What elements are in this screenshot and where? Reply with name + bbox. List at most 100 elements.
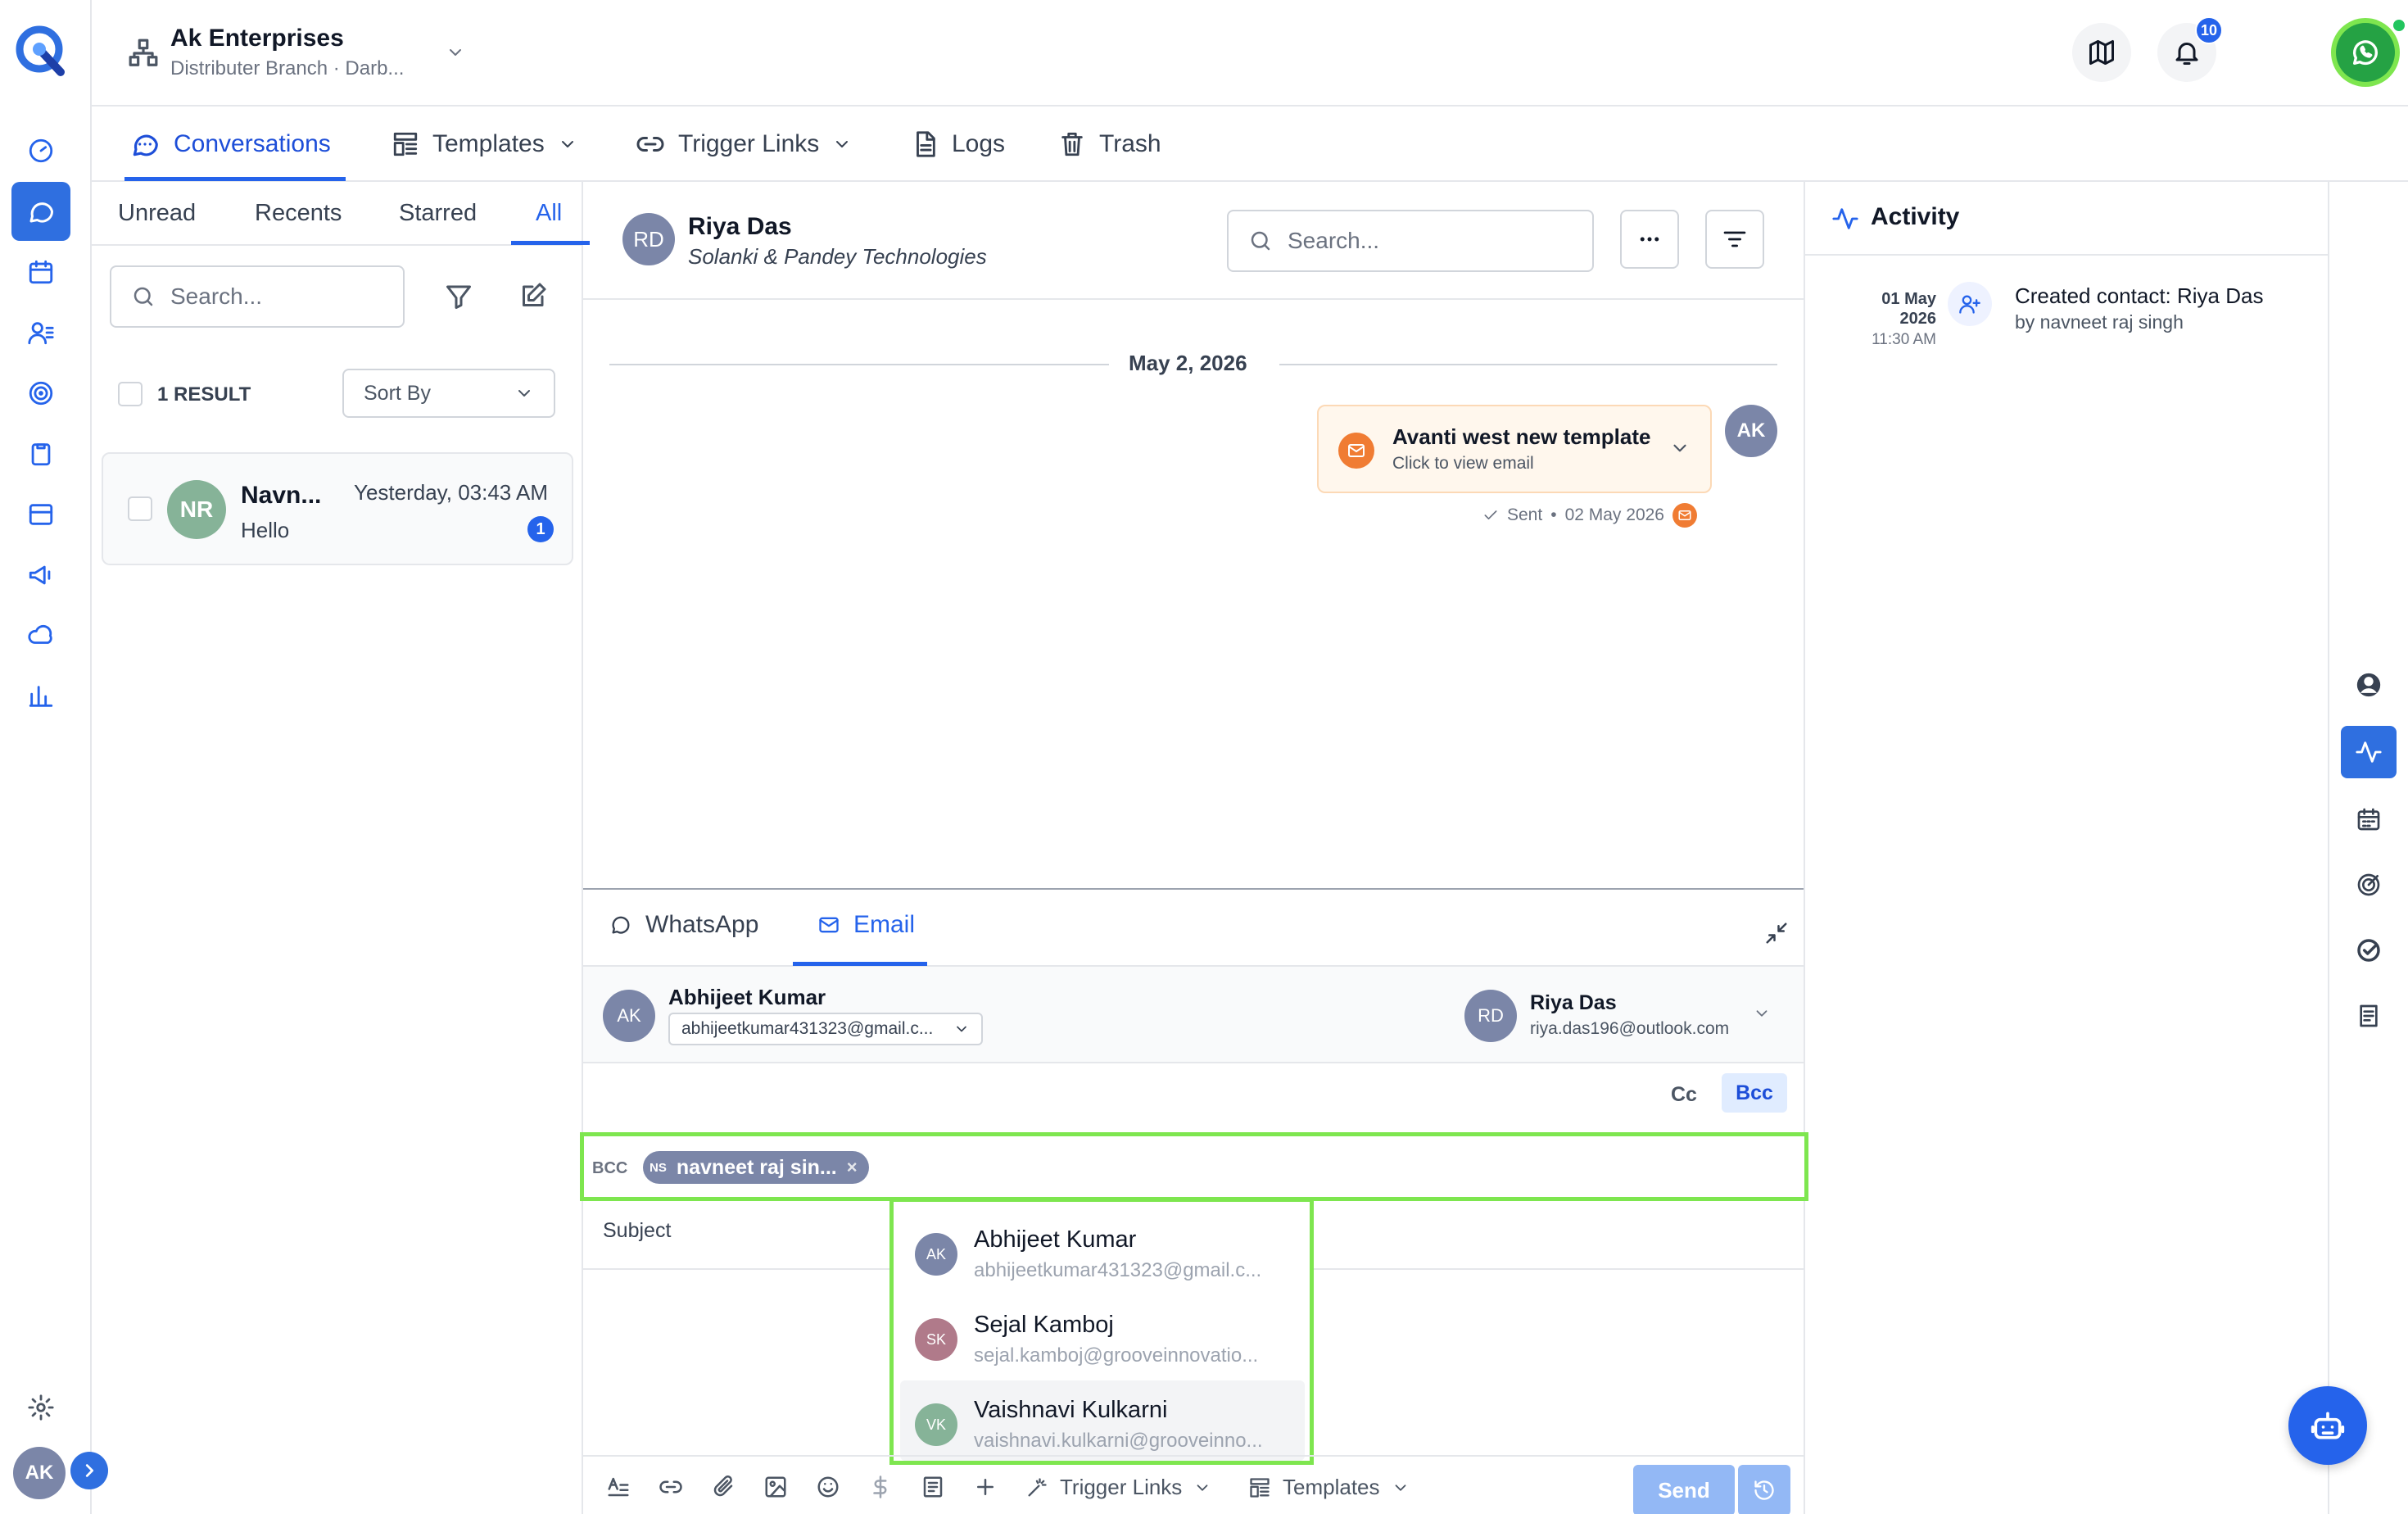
- suggestion-email: abhijeetkumar431323@gmail.c...: [974, 1259, 1262, 1281]
- collapse-icon[interactable]: [1764, 921, 1789, 945]
- trigger-links-dropdown[interactable]: Trigger Links: [1025, 1475, 1211, 1500]
- suggestion-avatar: VK: [915, 1403, 957, 1446]
- tab-logs[interactable]: Logs: [911, 107, 1005, 182]
- contact-company: Solanki & Pandey Technologies: [688, 244, 987, 269]
- inbox-icon[interactable]: [11, 485, 70, 544]
- subject-input[interactable]: Subject: [603, 1219, 671, 1243]
- target-icon[interactable]: [2341, 859, 2397, 911]
- dollar-icon[interactable]: [868, 1475, 893, 1499]
- tab-trigger-links[interactable]: Trigger Links: [636, 107, 852, 182]
- filter-lines-button[interactable]: [1705, 210, 1764, 269]
- send-button[interactable]: Send: [1633, 1465, 1735, 1514]
- list-search-input[interactable]: Search...: [110, 265, 405, 328]
- task-check-icon[interactable]: [2341, 924, 2397, 977]
- tab-email[interactable]: Email: [817, 911, 915, 939]
- list-item[interactable]: NR Navn... Hello Yesterday, 03:43 AM 1: [102, 452, 573, 565]
- link-icon[interactable]: [659, 1475, 683, 1499]
- chevron-down-icon[interactable]: [1753, 1004, 1771, 1022]
- left-rail: AK: [0, 0, 108, 1514]
- settings-icon[interactable]: [11, 1378, 70, 1437]
- sort-select[interactable]: Sort By: [342, 369, 555, 418]
- email-message-card[interactable]: Avanti west new template Click to view e…: [1317, 405, 1712, 493]
- dashboard-icon[interactable]: [11, 121, 70, 180]
- bcc-field[interactable]: BCC NS navneet raj sin... ×: [580, 1132, 1808, 1201]
- email-channel-icon: [1672, 503, 1697, 528]
- image-icon[interactable]: [763, 1475, 788, 1499]
- conversations-icon[interactable]: [11, 182, 70, 241]
- emoji-icon[interactable]: [816, 1475, 840, 1499]
- attachment-icon[interactable]: [711, 1475, 736, 1499]
- whatsapp-status[interactable]: [2331, 18, 2400, 87]
- text-format-icon[interactable]: [606, 1475, 631, 1499]
- activity-time: 11:30 AM: [1872, 331, 1936, 348]
- from-name: Abhijeet Kumar: [668, 985, 826, 1009]
- suggestion-item[interactable]: SK Sejal Kamboj sejal.kamboj@grooveinnov…: [900, 1295, 1305, 1374]
- suggestion-email: vaishnavi.kulkarni@grooveinno...: [974, 1430, 1263, 1452]
- divider-line: [609, 364, 1109, 365]
- analytics-icon[interactable]: [11, 667, 70, 726]
- bcc-toggle[interactable]: Bcc: [1722, 1073, 1787, 1113]
- divider-line: [1279, 364, 1777, 365]
- calendar-icon[interactable]: [11, 243, 70, 301]
- contact-name[interactable]: Riya Das: [688, 213, 792, 241]
- item-checkbox[interactable]: [128, 496, 152, 521]
- contact-name: Navn...: [241, 482, 322, 509]
- tab-whatsapp[interactable]: WhatsApp: [609, 911, 758, 939]
- select-all-checkbox[interactable]: [118, 382, 143, 406]
- tab-conversations[interactable]: Conversations: [124, 107, 336, 182]
- filter-starred[interactable]: Starred: [399, 200, 477, 227]
- suggestion-item[interactable]: AK Abhijeet Kumar abhijeetkumar431323@gm…: [900, 1210, 1305, 1289]
- chevron-down-icon: [1395, 1484, 1405, 1491]
- result-count: 1 RESULT: [157, 383, 251, 406]
- conversation-search-input[interactable]: Search...: [1227, 210, 1594, 272]
- conversation-panel: RD Riya Das Solanki & Pandey Technologie…: [580, 182, 1808, 1514]
- filter-unread[interactable]: Unread: [118, 200, 196, 227]
- profile-icon[interactable]: [2341, 659, 2397, 711]
- chevron-down-icon[interactable]: [446, 43, 465, 62]
- contacts-icon[interactable]: [11, 303, 70, 362]
- plus-icon[interactable]: [973, 1475, 998, 1499]
- contact-avatar[interactable]: RD: [622, 213, 675, 265]
- active-tab-underline: [124, 177, 346, 181]
- message-time: Yesterday, 03:43 AM: [354, 480, 549, 505]
- tab-templates[interactable]: Templates: [392, 107, 577, 182]
- history-icon: [1754, 1480, 1774, 1500]
- cloud-icon[interactable]: [11, 606, 70, 665]
- compose-icon[interactable]: [518, 282, 547, 311]
- activity-tab-icon[interactable]: [2341, 726, 2397, 778]
- filter-recents[interactable]: Recents: [255, 200, 342, 227]
- suggestion-item-hovered[interactable]: VK Vaishnavi Kulkarni vaishnavi.kulkarni…: [900, 1380, 1305, 1461]
- chevron-down-icon[interactable]: [1669, 437, 1691, 459]
- logo-icon[interactable]: [11, 21, 70, 80]
- search-icon: [1251, 231, 1270, 251]
- bcc-recipient-chip[interactable]: NS navneet raj sin... ×: [643, 1151, 869, 1184]
- templates-dropdown[interactable]: Templates: [1248, 1475, 1410, 1500]
- composer-tabs: WhatsApp Email: [583, 890, 1804, 967]
- search-placeholder: Search...: [170, 283, 263, 309]
- cc-toggle[interactable]: Cc: [1671, 1083, 1697, 1107]
- conversation-header: RD Riya Das Solanki & Pandey Technologie…: [583, 182, 1804, 300]
- clipboard-icon[interactable]: [11, 424, 70, 483]
- more-options-button[interactable]: [1620, 210, 1679, 269]
- sender-avatar: AK: [1725, 405, 1777, 457]
- email-icon: [1338, 433, 1374, 469]
- form-icon[interactable]: [921, 1475, 945, 1499]
- map-button[interactable]: [2072, 23, 2131, 82]
- from-email-select[interactable]: abhijeetkumar431323@gmail.c...: [668, 1013, 983, 1045]
- bot-assistant-button[interactable]: [2288, 1386, 2367, 1465]
- recipient-suggestions: AK Abhijeet Kumar abhijeetkumar431323@gm…: [889, 1198, 1314, 1465]
- tab-label: WhatsApp: [645, 911, 759, 938]
- active-tab-underline: [793, 962, 927, 966]
- filter-all[interactable]: All: [536, 200, 562, 227]
- remove-chip-icon[interactable]: ×: [847, 1157, 858, 1178]
- message-preview: Hello: [241, 518, 290, 542]
- megaphone-icon[interactable]: [11, 546, 70, 605]
- notes-icon[interactable]: [2341, 990, 2397, 1042]
- tab-trash[interactable]: Trash: [1058, 107, 1161, 182]
- target-icon[interactable]: [11, 364, 70, 423]
- schedule-send-button[interactable]: [1738, 1465, 1790, 1514]
- filter-lines-icon: [1723, 231, 1746, 247]
- user-avatar[interactable]: AK: [13, 1447, 66, 1499]
- filter-icon[interactable]: [444, 282, 473, 311]
- calendar-icon[interactable]: [2341, 793, 2397, 845]
